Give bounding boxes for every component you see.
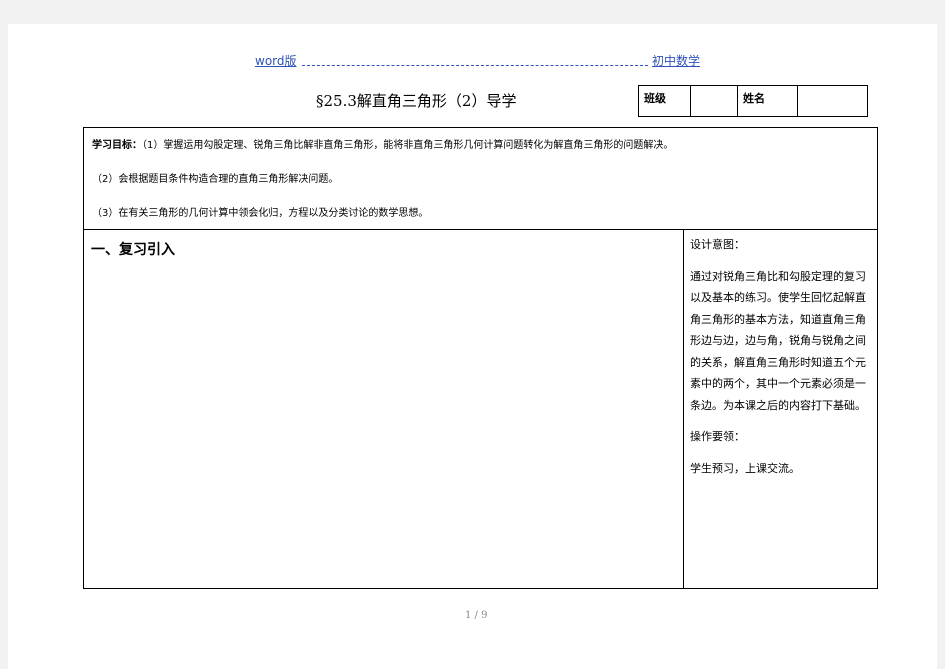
goal-item-2: （2）会根据题目条件构造合理的直角三角形解决问题。 bbox=[92, 174, 339, 185]
operation-text: 学生预习，上课交流。 bbox=[690, 461, 800, 475]
goals-label: 学习目标： bbox=[92, 140, 142, 151]
goal-item-1-text: （1）掌握运用勾股定理、锐角三角比解非直角三角形，能将非直角三角形几何计算问题转… bbox=[142, 140, 674, 151]
lesson-content-cell: 一、复习引入 bbox=[84, 230, 684, 588]
goal-item-1: 学习目标：（1）掌握运用勾股定理、锐角三角比解非直角三角形，能将非直角三角形几何… bbox=[92, 136, 673, 151]
name-label: 姓名 bbox=[738, 86, 798, 116]
design-notes-cell: 设计意图： 通过对锐角三角比和勾股定理的复习以及基本的练习。使学生回忆起解直角三… bbox=[684, 230, 877, 588]
document-title: §25.3解直角三角形（2）导学 bbox=[316, 92, 517, 110]
purpose-text: 通过对锐角三角比和勾股定理的复习以及基本的练习。使学生回忆起解直角三角形的基本方… bbox=[690, 269, 866, 412]
header-divider bbox=[302, 65, 648, 66]
purpose-label: 设计意图： bbox=[690, 238, 745, 251]
operation-label: 操作要领： bbox=[690, 430, 745, 443]
header-left-text: word版 bbox=[255, 54, 297, 68]
student-info-table: 班级 姓名 bbox=[638, 85, 868, 117]
header-right-text: 初中数学 bbox=[652, 54, 701, 68]
name-field[interactable] bbox=[798, 86, 867, 116]
lesson-table: 一、复习引入 设计意图： 通过对锐角三角比和勾股定理的复习以及基本的练习。使学生… bbox=[83, 229, 878, 589]
class-field[interactable] bbox=[691, 86, 738, 116]
learning-goals-box: 学习目标：（1）掌握运用勾股定理、锐角三角比解非直角三角形，能将非直角三角形几何… bbox=[83, 127, 878, 230]
page-indicator: 1 / 9 bbox=[465, 610, 488, 621]
goal-item-3: （3）在有关三角形的几何计算中领会化归，方程以及分类讨论的数学思想。 bbox=[92, 208, 429, 219]
class-label: 班级 bbox=[639, 86, 691, 116]
section-heading: 一、复习引入 bbox=[91, 242, 175, 258]
